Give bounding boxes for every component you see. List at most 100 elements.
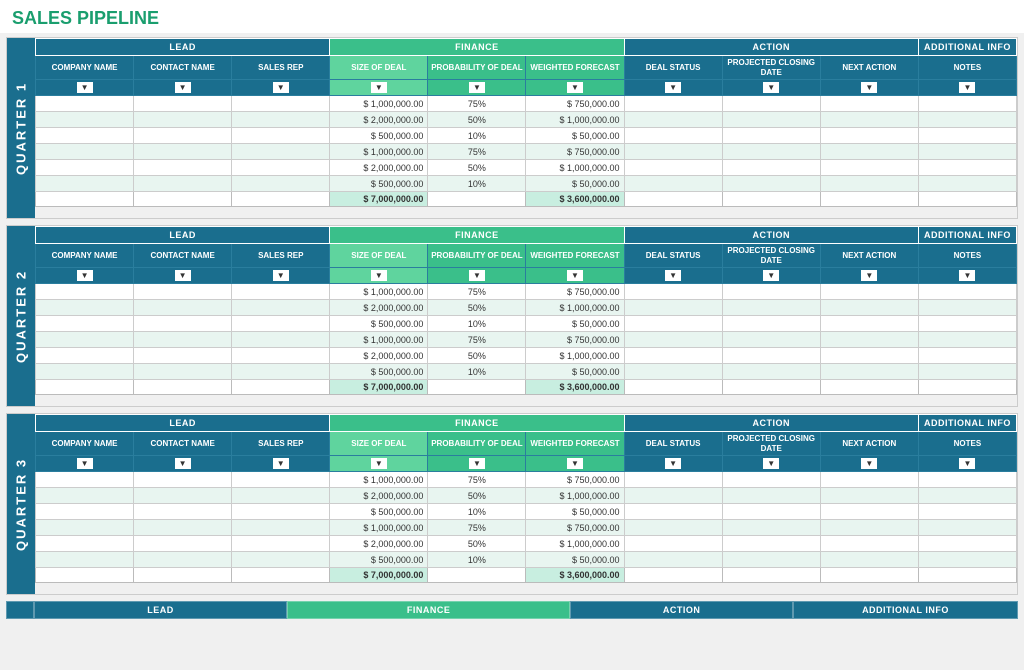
filter-btn-weighted[interactable]: ▼ <box>567 270 583 281</box>
group-action: ACTION <box>624 39 918 56</box>
table-row: $ 2,000,000.0050%$ 1,000,000.00 <box>36 112 1017 128</box>
bottom-additional: ADDITIONAL INFO <box>793 601 1018 619</box>
col-header-weighted: WEIGHTED FORECAST <box>526 56 624 80</box>
col-header-salesrep: SALES REP <box>232 56 330 80</box>
filter-btn-company[interactable]: ▼ <box>77 82 93 93</box>
col-header-probdeal: PROBABILITY OF DEAL <box>428 56 526 80</box>
group-additional: ADDITIONAL INFO <box>918 227 1016 244</box>
col-header-contact: CONTACT NAME <box>134 244 232 268</box>
group-finance: FINANCE <box>330 415 624 432</box>
col-header-nextaction: NEXT ACTION <box>820 432 918 456</box>
filter-btn-nextaction[interactable]: ▼ <box>861 82 877 93</box>
table-row: $ 2,000,000.0050%$ 1,000,000.00 <box>36 160 1017 176</box>
quarter-block-3: QUARTER 3LEADFINANCEACTIONADDITIONAL INF… <box>6 413 1018 595</box>
table-row: $ 2,000,000.0050%$ 1,000,000.00 <box>36 488 1017 504</box>
group-finance: FINANCE <box>330 39 624 56</box>
quarter-label-2: QUARTER 2 <box>7 226 35 406</box>
col-header-contact: CONTACT NAME <box>134 56 232 80</box>
filter-btn-salesrep[interactable]: ▼ <box>273 82 289 93</box>
filter-btn-contact[interactable]: ▼ <box>175 270 191 281</box>
filter-btn-weighted[interactable]: ▼ <box>567 82 583 93</box>
col-header-projclose: PROJECTED CLOSING DATE <box>722 244 820 268</box>
total-row: $ 7,000,000.00$ 3,600,000.00 <box>36 380 1017 395</box>
filter-btn-salesrep[interactable]: ▼ <box>273 458 289 469</box>
filter-btn-sizedeal[interactable]: ▼ <box>371 270 387 281</box>
group-finance: FINANCE <box>330 227 624 244</box>
group-action: ACTION <box>624 415 918 432</box>
filter-btn-projclose[interactable]: ▼ <box>763 82 779 93</box>
group-additional: ADDITIONAL INFO <box>918 415 1016 432</box>
col-header-sizedeal: SIZE OF DEAL <box>330 244 428 268</box>
filter-btn-nextaction[interactable]: ▼ <box>861 270 877 281</box>
col-header-weighted: WEIGHTED FORECAST <box>526 244 624 268</box>
col-header-dealstatus: DEAL STATUS <box>624 432 722 456</box>
table-row: $ 2,000,000.0050%$ 1,000,000.00 <box>36 536 1017 552</box>
filter-btn-dealstatus[interactable]: ▼ <box>665 82 681 93</box>
col-header-nextaction: NEXT ACTION <box>820 56 918 80</box>
col-header-salesrep: SALES REP <box>232 432 330 456</box>
group-action: ACTION <box>624 227 918 244</box>
group-lead: LEAD <box>36 39 330 56</box>
total-row: $ 7,000,000.00$ 3,600,000.00 <box>36 568 1017 583</box>
col-header-notes: NOTES <box>918 56 1016 80</box>
page-title: SALES PIPELINE <box>0 0 1024 33</box>
filter-btn-probdeal[interactable]: ▼ <box>469 270 485 281</box>
table-row: $ 1,000,000.0075%$ 750,000.00 <box>36 284 1017 300</box>
group-lead: LEAD <box>36 415 330 432</box>
table-row: $ 500,000.0010%$ 50,000.00 <box>36 504 1017 520</box>
group-lead: LEAD <box>36 227 330 244</box>
total-row: $ 7,000,000.00$ 3,600,000.00 <box>36 192 1017 207</box>
quarter-block-1: QUARTER 1LEADFINANCEACTIONADDITIONAL INF… <box>6 37 1018 219</box>
table-row: $ 500,000.0010%$ 50,000.00 <box>36 176 1017 192</box>
filter-btn-sizedeal[interactable]: ▼ <box>371 458 387 469</box>
filter-btn-projclose[interactable]: ▼ <box>763 458 779 469</box>
filter-btn-notes[interactable]: ▼ <box>959 82 975 93</box>
filter-btn-dealstatus[interactable]: ▼ <box>665 270 681 281</box>
filter-btn-company[interactable]: ▼ <box>77 458 93 469</box>
col-header-salesrep: SALES REP <box>232 244 330 268</box>
filter-btn-contact[interactable]: ▼ <box>175 82 191 93</box>
table-row: $ 500,000.0010%$ 50,000.00 <box>36 316 1017 332</box>
filter-btn-notes[interactable]: ▼ <box>959 458 975 469</box>
filter-btn-weighted[interactable]: ▼ <box>567 458 583 469</box>
col-header-projclose: PROJECTED CLOSING DATE <box>722 56 820 80</box>
filter-btn-nextaction[interactable]: ▼ <box>861 458 877 469</box>
col-header-sizedeal: SIZE OF DEAL <box>330 56 428 80</box>
col-header-company: COMPANY NAME <box>36 244 134 268</box>
group-additional: ADDITIONAL INFO <box>918 39 1016 56</box>
bottom-bar: LEAD FINANCE ACTION ADDITIONAL INFO <box>6 601 1018 619</box>
col-header-notes: NOTES <box>918 432 1016 456</box>
bottom-lead: LEAD <box>34 601 287 619</box>
col-header-probdeal: PROBABILITY OF DEAL <box>428 244 526 268</box>
col-header-company: COMPANY NAME <box>36 56 134 80</box>
quarter-label-3: QUARTER 3 <box>7 414 35 594</box>
table-row: $ 1,000,000.0075%$ 750,000.00 <box>36 520 1017 536</box>
filter-btn-salesrep[interactable]: ▼ <box>273 270 289 281</box>
filter-btn-projclose[interactable]: ▼ <box>763 270 779 281</box>
table-row: $ 500,000.0010%$ 50,000.00 <box>36 552 1017 568</box>
filter-btn-sizedeal[interactable]: ▼ <box>371 82 387 93</box>
col-header-dealstatus: DEAL STATUS <box>624 244 722 268</box>
table-row: $ 1,000,000.0075%$ 750,000.00 <box>36 472 1017 488</box>
col-header-company: COMPANY NAME <box>36 432 134 456</box>
col-header-weighted: WEIGHTED FORECAST <box>526 432 624 456</box>
filter-btn-probdeal[interactable]: ▼ <box>469 82 485 93</box>
bottom-action: ACTION <box>570 601 793 619</box>
col-header-projclose: PROJECTED CLOSING DATE <box>722 432 820 456</box>
filter-btn-dealstatus[interactable]: ▼ <box>665 458 681 469</box>
col-header-probdeal: PROBABILITY OF DEAL <box>428 432 526 456</box>
filter-btn-probdeal[interactable]: ▼ <box>469 458 485 469</box>
quarter-block-2: QUARTER 2LEADFINANCEACTIONADDITIONAL INF… <box>6 225 1018 407</box>
col-header-contact: CONTACT NAME <box>134 432 232 456</box>
table-row: $ 1,000,000.0075%$ 750,000.00 <box>36 332 1017 348</box>
table-row: $ 2,000,000.0050%$ 1,000,000.00 <box>36 348 1017 364</box>
table-row: $ 500,000.0010%$ 50,000.00 <box>36 128 1017 144</box>
filter-btn-company[interactable]: ▼ <box>77 270 93 281</box>
col-header-nextaction: NEXT ACTION <box>820 244 918 268</box>
table-row: $ 1,000,000.0075%$ 750,000.00 <box>36 144 1017 160</box>
filter-btn-notes[interactable]: ▼ <box>959 270 975 281</box>
quarter-label-1: QUARTER 1 <box>7 38 35 218</box>
col-header-sizedeal: SIZE OF DEAL <box>330 432 428 456</box>
col-header-dealstatus: DEAL STATUS <box>624 56 722 80</box>
filter-btn-contact[interactable]: ▼ <box>175 458 191 469</box>
